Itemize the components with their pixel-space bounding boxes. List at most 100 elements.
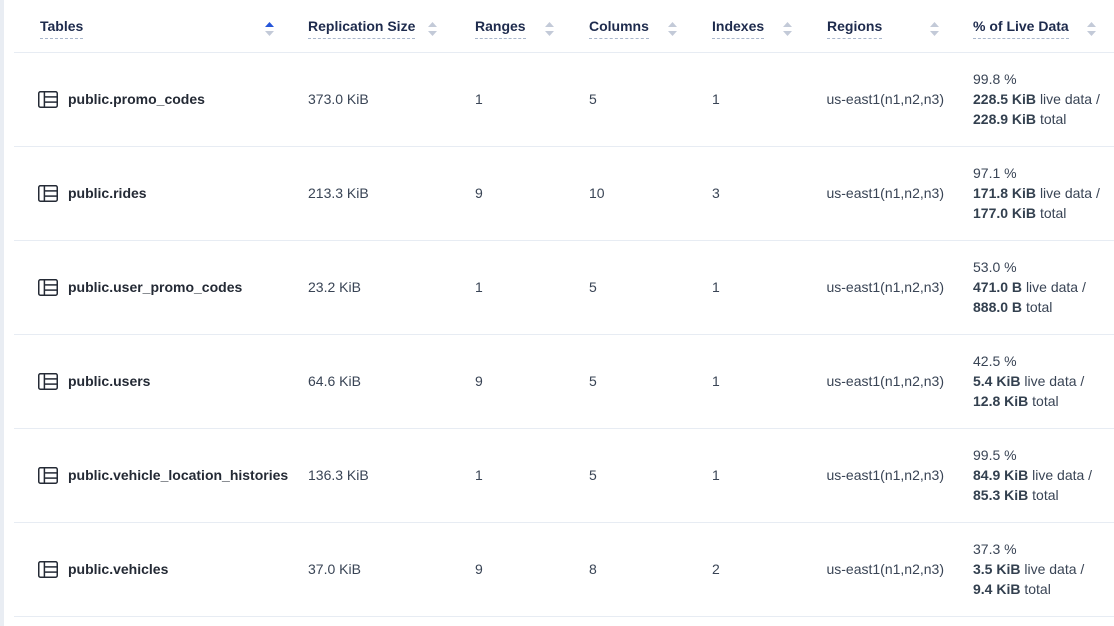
table-name-cell: public.vehicles <box>14 522 292 616</box>
table-row[interactable]: public.vehicles 37.0 KiB 9 8 2 us-east1(… <box>14 522 1114 616</box>
column-header-tables[interactable]: Tables <box>14 0 292 52</box>
live-data-amount: 171.8 KiB live data / <box>973 183 1114 203</box>
column-header-label: Columns <box>589 18 649 39</box>
table-icon <box>38 373 58 390</box>
column-header-label: Indexes <box>712 18 764 39</box>
table-name-cell: public.users <box>14 334 292 428</box>
sort-arrows-icon[interactable] <box>428 22 437 36</box>
tables-grid: Tables Replication Size Ranges <box>14 0 1114 617</box>
live-data-percent: 99.8 % <box>973 69 1114 89</box>
ranges-cell: 1 <box>455 52 572 146</box>
replication-size-cell: 213.3 KiB <box>292 146 455 240</box>
table-icon <box>38 91 58 108</box>
replication-size-cell: 37.0 KiB <box>292 522 455 616</box>
replication-size-cell: 373.0 KiB <box>292 52 455 146</box>
table-name-cell: public.vehicle_location_histories <box>14 428 292 522</box>
total-data-amount: 177.0 KiB total <box>973 203 1114 223</box>
columns-cell: 5 <box>572 428 695 522</box>
live-data-cell: 37.3 % 3.5 KiB live data / 9.4 KiB total <box>957 522 1114 616</box>
regions-cell: us-east1(n1,n2,n3) <box>810 52 957 146</box>
replication-size-cell: 136.3 KiB <box>292 428 455 522</box>
column-header-live-data[interactable]: % of Live Data <box>957 0 1114 52</box>
column-header-indexes[interactable]: Indexes <box>695 0 810 52</box>
live-data-amount: 3.5 KiB live data / <box>973 559 1114 579</box>
columns-cell: 5 <box>572 240 695 334</box>
regions-cell: us-east1(n1,n2,n3) <box>810 334 957 428</box>
table-name-link[interactable]: public.rides <box>68 185 147 201</box>
column-header-label: Ranges <box>475 18 526 39</box>
live-data-cell: 99.5 % 84.9 KiB live data / 85.3 KiB tot… <box>957 428 1114 522</box>
regions-cell: us-east1(n1,n2,n3) <box>810 146 957 240</box>
ranges-cell: 9 <box>455 334 572 428</box>
indexes-cell: 3 <box>695 146 810 240</box>
regions-cell: us-east1(n1,n2,n3) <box>810 428 957 522</box>
live-data-cell: 99.8 % 228.5 KiB live data / 228.9 KiB t… <box>957 52 1114 146</box>
sort-arrows-icon[interactable] <box>545 22 554 36</box>
live-data-amount: 228.5 KiB live data / <box>973 89 1114 109</box>
column-header-label: % of Live Data <box>973 18 1069 39</box>
columns-cell: 5 <box>572 334 695 428</box>
live-data-percent: 99.5 % <box>973 445 1114 465</box>
ranges-cell: 1 <box>455 240 572 334</box>
live-data-percent: 42.5 % <box>973 351 1114 371</box>
regions-cell: us-east1(n1,n2,n3) <box>810 240 957 334</box>
column-header-columns[interactable]: Columns <box>572 0 695 52</box>
columns-cell: 8 <box>572 522 695 616</box>
table-name-link[interactable]: public.user_promo_codes <box>68 279 242 295</box>
table-name-link[interactable]: public.promo_codes <box>68 91 205 107</box>
table-icon <box>38 279 58 296</box>
table-body: public.promo_codes 373.0 KiB 1 5 1 us-ea… <box>14 52 1114 616</box>
columns-cell: 10 <box>572 146 695 240</box>
table-row[interactable]: public.users 64.6 KiB 9 5 1 us-east1(n1,… <box>14 334 1114 428</box>
indexes-cell: 1 <box>695 428 810 522</box>
live-data-percent: 53.0 % <box>973 257 1114 277</box>
table-name-cell: public.rides <box>14 146 292 240</box>
column-header-label: Regions <box>827 18 882 39</box>
table-name-link[interactable]: public.vehicle_location_histories <box>68 467 288 483</box>
table-icon <box>38 561 58 578</box>
ranges-cell: 9 <box>455 146 572 240</box>
regions-cell: us-east1(n1,n2,n3) <box>810 522 957 616</box>
table-name-cell: public.promo_codes <box>14 52 292 146</box>
page-left-gutter <box>0 0 4 626</box>
indexes-cell: 1 <box>695 52 810 146</box>
table-header: Tables Replication Size Ranges <box>14 0 1114 52</box>
replication-size-cell: 23.2 KiB <box>292 240 455 334</box>
columns-cell: 5 <box>572 52 695 146</box>
column-header-ranges[interactable]: Ranges <box>455 0 572 52</box>
table-name-link[interactable]: public.users <box>68 373 150 389</box>
indexes-cell: 2 <box>695 522 810 616</box>
live-data-percent: 97.1 % <box>973 163 1114 183</box>
sort-arrows-icon[interactable] <box>265 22 274 36</box>
live-data-percent: 37.3 % <box>973 539 1114 559</box>
table-icon <box>38 185 58 202</box>
ranges-cell: 1 <box>455 428 572 522</box>
replication-size-cell: 64.6 KiB <box>292 334 455 428</box>
table-name-link[interactable]: public.vehicles <box>68 561 168 577</box>
column-header-label: Tables <box>40 18 83 39</box>
live-data-cell: 42.5 % 5.4 KiB live data / 12.8 KiB tota… <box>957 334 1114 428</box>
total-data-amount: 888.0 B total <box>973 297 1114 317</box>
live-data-cell: 97.1 % 171.8 KiB live data / 177.0 KiB t… <box>957 146 1114 240</box>
live-data-amount: 84.9 KiB live data / <box>973 465 1114 485</box>
indexes-cell: 1 <box>695 240 810 334</box>
table-row[interactable]: public.promo_codes 373.0 KiB 1 5 1 us-ea… <box>14 52 1114 146</box>
sort-arrows-icon[interactable] <box>1087 22 1096 36</box>
table-name-cell: public.user_promo_codes <box>14 240 292 334</box>
table-icon <box>38 467 58 484</box>
table-row[interactable]: public.rides 213.3 KiB 9 10 3 us-east1(n… <box>14 146 1114 240</box>
column-header-label: Replication Size <box>308 18 415 39</box>
total-data-amount: 228.9 KiB total <box>973 109 1114 129</box>
live-data-cell: 53.0 % 471.0 B live data / 888.0 B total <box>957 240 1114 334</box>
ranges-cell: 9 <box>455 522 572 616</box>
live-data-amount: 5.4 KiB live data / <box>973 371 1114 391</box>
column-header-replication-size[interactable]: Replication Size <box>292 0 455 52</box>
column-header-regions[interactable]: Regions <box>810 0 957 52</box>
sort-arrows-icon[interactable] <box>668 22 677 36</box>
table-row[interactable]: public.user_promo_codes 23.2 KiB 1 5 1 u… <box>14 240 1114 334</box>
sort-arrows-icon[interactable] <box>783 22 792 36</box>
table-row[interactable]: public.vehicle_location_histories 136.3 … <box>14 428 1114 522</box>
total-data-amount: 85.3 KiB total <box>973 485 1114 505</box>
sort-arrows-icon[interactable] <box>930 22 939 36</box>
indexes-cell: 1 <box>695 334 810 428</box>
